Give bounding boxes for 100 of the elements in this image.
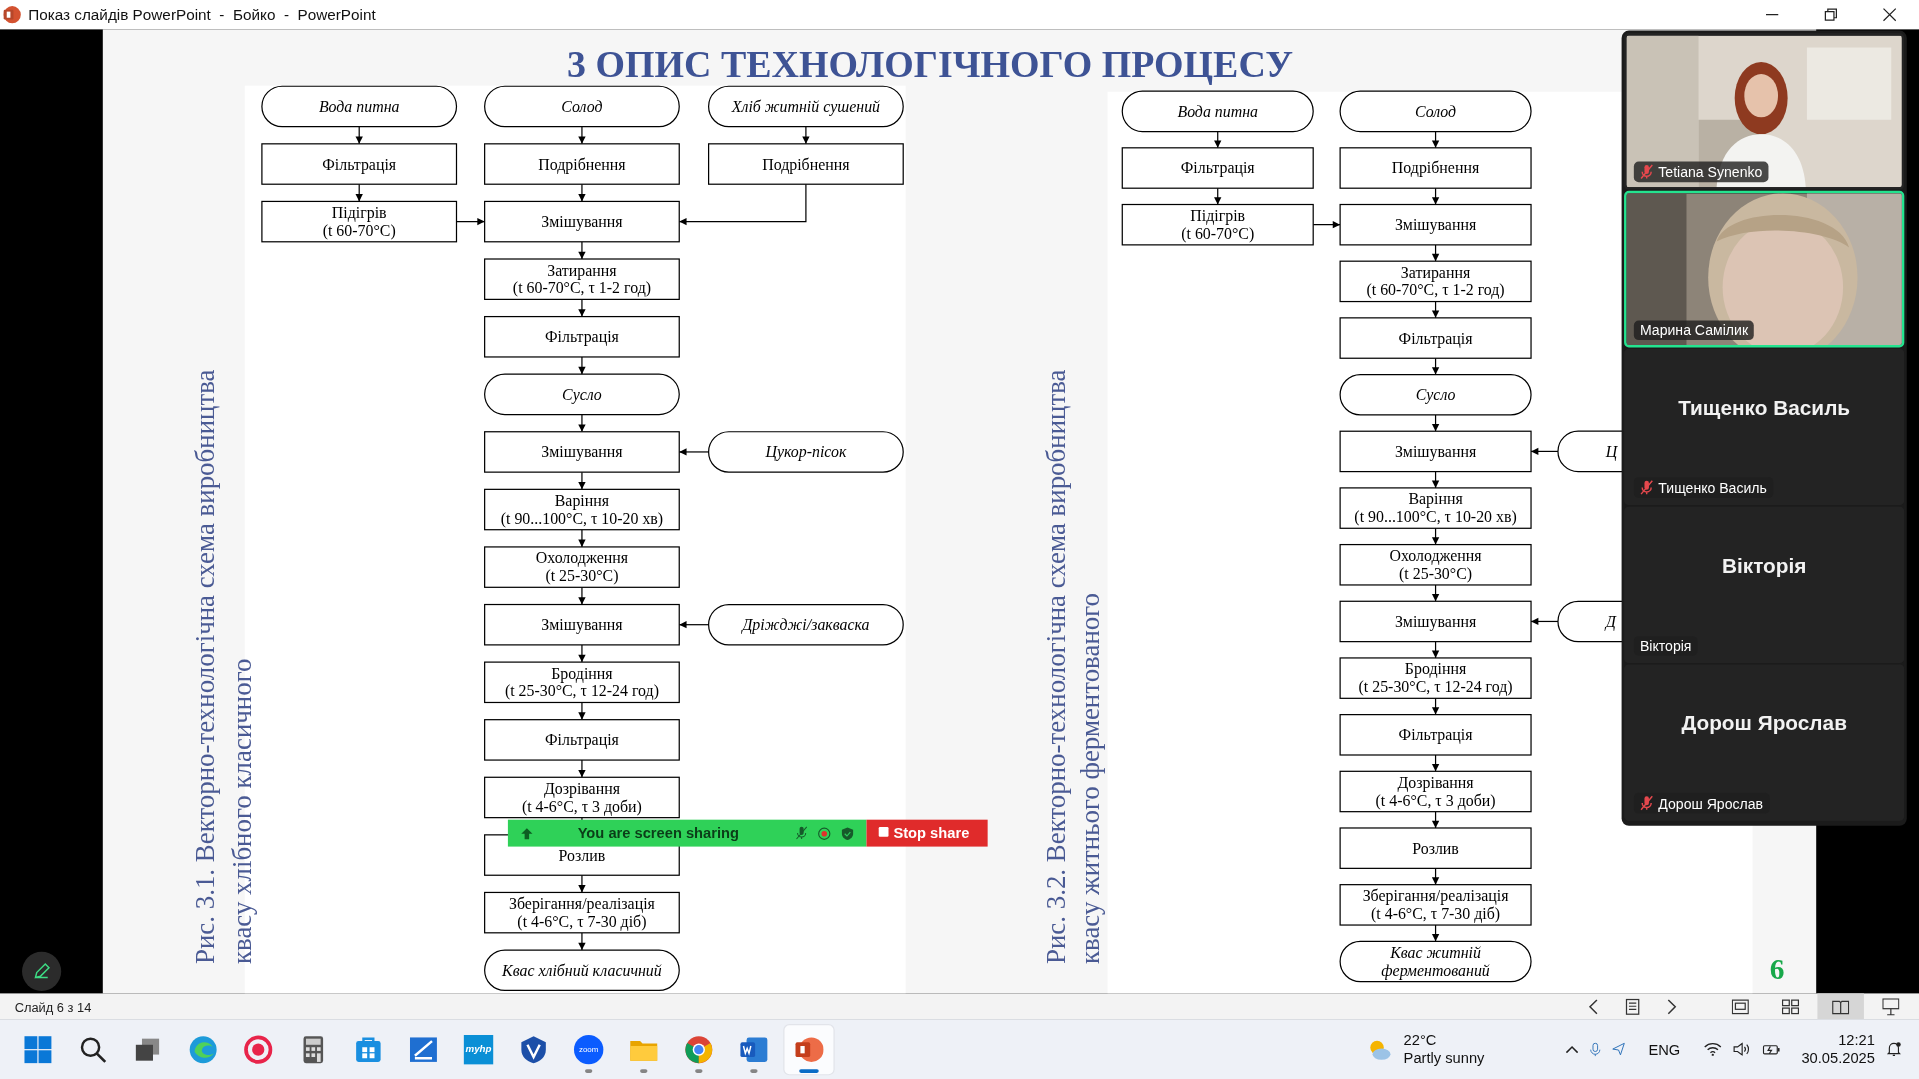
process-node: Розлив — [1339, 827, 1532, 869]
terminal-node: Сусло — [1339, 373, 1532, 416]
participant-name: Дорош Ярослав — [1681, 712, 1847, 737]
slide-title: 3 ОПИС ТЕХНОЛОГІЧНОГО ПРОЦЕСУ — [567, 43, 1294, 86]
reading-view-button[interactable] — [1817, 993, 1864, 1020]
scanner-icon[interactable] — [408, 1034, 439, 1064]
slide-counter: Слайд 6 з 14 — [13, 998, 92, 1014]
participant-label: Tetiana Synenko — [1658, 164, 1763, 180]
arrow — [578, 126, 586, 145]
process-node: Затирання (t 60-70°C, τ 1-2 год) — [484, 258, 680, 300]
process-node: Підігрів (t 60-70°C) — [261, 200, 458, 243]
pen-button[interactable] — [22, 951, 62, 991]
process-node: Змішування — [484, 431, 680, 473]
powerpoint-taskbar-button[interactable] — [784, 1024, 834, 1074]
slideshow-view-icon[interactable] — [1882, 997, 1900, 1015]
process-node: Варіння (t 90...100°C, τ 10-20 хв) — [484, 488, 680, 531]
process-node: Змішування — [1339, 203, 1532, 246]
terminal-node: Сусло — [484, 373, 680, 416]
process-node: Бродіння (t 25-30°C, τ 12-24 год) — [484, 661, 680, 704]
terminal-node: Вода питна — [261, 85, 458, 128]
share-screen-icon[interactable] — [520, 826, 534, 840]
participant-name: Тищенко Василь — [1678, 396, 1851, 421]
process-node: Дозрівання (t 4-6°C, τ 3 доби) — [484, 776, 680, 819]
record-icon[interactable] — [243, 1034, 273, 1064]
process-node: Фільтрація — [1339, 317, 1532, 359]
process-node: Фільтрація — [484, 719, 680, 761]
windows-logo-icon[interactable] — [23, 1034, 53, 1064]
participant-label: Дорош Ярослав — [1658, 795, 1764, 811]
chrome-icon[interactable] — [684, 1034, 714, 1064]
clock-time[interactable]: 12:21 — [1838, 1030, 1875, 1050]
powerpoint-icon[interactable] — [794, 1034, 824, 1064]
terminal-node: Вода питна — [1121, 90, 1314, 133]
shield-icon[interactable] — [840, 826, 855, 840]
slide-number: 6 — [1769, 952, 1785, 985]
chevron-up-icon[interactable] — [1565, 1044, 1579, 1054]
myhp-taskbar-button[interactable]: myhp — [454, 1024, 503, 1074]
notification-icon[interactable] — [1885, 1041, 1902, 1057]
participant-label: Марина Самілик — [1639, 323, 1749, 338]
process-node: Змішування — [1339, 600, 1532, 643]
process-node: Подрібнення — [708, 143, 904, 185]
terminal-node: Солод — [1339, 90, 1532, 133]
shield-icon[interactable] — [518, 1034, 549, 1064]
arrow — [355, 126, 363, 145]
process-node: Затирання (t 60-70°C, τ 1-2 год) — [1339, 260, 1532, 303]
clock-date[interactable]: 30.05.2025 — [1801, 1049, 1875, 1068]
arrow — [1214, 130, 1222, 149]
process-node: Подрібнення — [484, 143, 680, 185]
arrow — [578, 183, 586, 203]
arrow — [578, 701, 586, 721]
arrow — [578, 413, 586, 433]
process-node: Змішування — [484, 603, 680, 646]
sorter-view-icon[interactable] — [1781, 997, 1800, 1015]
normal-view-icon[interactable] — [1731, 997, 1749, 1015]
process-node: Подрібнення — [1339, 147, 1532, 189]
wifi-icon[interactable] — [1703, 1042, 1722, 1056]
process-node: Зберігання/реалізація (t 4-6°C, τ 7-30 діб) — [1339, 884, 1532, 926]
process-node: Охолодження (t 25-30°C) — [1339, 543, 1532, 586]
stop-share-button[interactable]: Stop share — [866, 819, 988, 847]
terminal-node: Цукор-пісок — [708, 431, 904, 473]
process-node: Змішування — [484, 200, 680, 243]
store-icon[interactable] — [353, 1034, 384, 1064]
record-icon[interactable] — [817, 826, 831, 840]
terminal-node: Квас хлібний класичний — [484, 949, 680, 991]
muted-microphone-icon[interactable] — [795, 826, 808, 841]
terminal-node: Хліб житній сушений — [708, 85, 904, 128]
arrow — [678, 448, 710, 456]
arrow — [802, 126, 810, 145]
arrow — [578, 471, 586, 490]
process-node: Бродіння (t 25-30°C, τ 12-24 год) — [1339, 657, 1532, 699]
word-icon[interactable] — [739, 1034, 769, 1064]
arrow — [578, 586, 586, 606]
participant-name: Вікторія — [1721, 554, 1807, 579]
browser-icon[interactable] — [188, 1034, 218, 1064]
process-node: Охолодження (t 25-30°C) — [484, 546, 680, 588]
arrow — [1214, 187, 1222, 206]
figure-caption: Рис. 3.1. Векторно-технологічна схема виробництва квасу хлібного класичного — [190, 369, 257, 965]
language-indicator[interactable]: ENG — [1648, 1040, 1681, 1058]
process-node: Фільтрація — [261, 143, 458, 185]
terminal-node: Дріжджі/закваска — [708, 603, 904, 646]
process-node: Дозрівання (t 4-6°C, τ 3 доби) — [1339, 770, 1532, 813]
arrow — [578, 298, 586, 318]
temperature: 22°C — [1403, 1030, 1438, 1050]
battery-icon[interactable] — [1762, 1042, 1781, 1056]
process-node: Змішування — [1339, 430, 1532, 473]
terminal-node: Квас житній ферментований — [1339, 940, 1532, 983]
process-node: Фільтрація — [1339, 714, 1532, 756]
arrow — [678, 621, 710, 629]
process-node: Фільтрація — [484, 315, 680, 358]
window-title: Показ слайдів PowerPoint - Бойко - PowerPoint — [28, 6, 376, 24]
location-icon[interactable] — [1611, 1042, 1626, 1056]
process-node: Варіння (t 90...100°C, τ 10-20 хв) — [1339, 487, 1532, 529]
search-icon[interactable] — [78, 1034, 108, 1064]
figure-caption: Рис. 3.2. Векторно-технологічна схема виробництва квасу житнього ферментованого — [1040, 369, 1105, 965]
speaker-icon[interactable] — [1732, 1042, 1752, 1056]
arrow — [578, 874, 586, 894]
process-node: Підігрів (t 60-70°C) — [1121, 203, 1314, 246]
microphone-icon[interactable] — [1589, 1041, 1601, 1057]
arrow — [455, 217, 486, 226]
weather-condition: Partly sunny — [1403, 1049, 1485, 1068]
arrow — [355, 183, 363, 203]
